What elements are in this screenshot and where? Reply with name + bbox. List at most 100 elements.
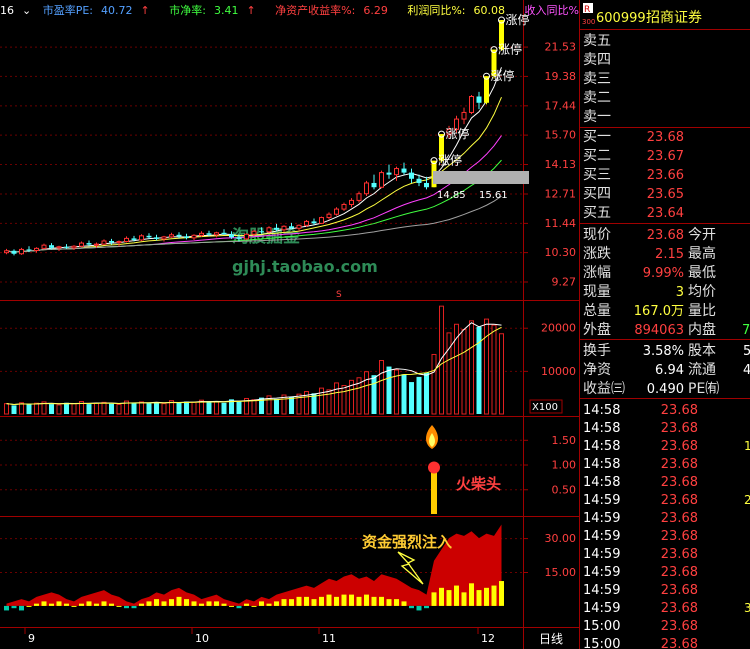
volume-bar (176, 402, 182, 414)
chart-area[interactable]: 21.53 19.38 17.44 15.70 14.13 12.71 11.44 10.30… (0, 0, 580, 649)
flow-bar (259, 601, 264, 606)
candle (476, 96, 482, 103)
ask-label: 卖五 (583, 33, 611, 49)
candle (311, 221, 317, 224)
candle (281, 225, 287, 231)
flow-bar (64, 603, 69, 606)
match-head-icon (428, 461, 440, 474)
volume-bar (101, 401, 107, 415)
volume-bar (274, 398, 279, 414)
candle (154, 237, 159, 239)
stock-tag-index: 300 (582, 18, 595, 26)
volume-bar (431, 353, 437, 415)
price-tick-label: 21.53 (545, 41, 577, 54)
flow-tick-label: 30.00 (545, 532, 577, 545)
flow-bar (349, 594, 354, 606)
candle (79, 242, 84, 247)
stat-value: 9.99% (643, 266, 684, 281)
volume-bar (49, 404, 54, 414)
tick-price: 23.68 (661, 529, 698, 544)
flow-bar (176, 596, 182, 606)
volume-bar (116, 404, 122, 415)
flow-bar (491, 585, 497, 606)
stat-label-right: 最高 (688, 245, 716, 262)
info-tail: 5 (743, 344, 750, 359)
stat-label: 涨幅 (583, 265, 611, 281)
tick-volume: 2 (744, 493, 750, 507)
info-label: 收益㈢ (583, 381, 625, 397)
volume-bar (476, 326, 482, 414)
limit-up-label: 涨停 (446, 126, 470, 141)
tick-time: 14:58 (583, 457, 620, 472)
flow-bar (116, 605, 122, 607)
flow-bar (11, 605, 17, 609)
flow-bar (101, 601, 107, 606)
candle (101, 240, 107, 245)
tick-time: 14:59 (583, 493, 620, 508)
volume-bar (221, 402, 227, 414)
candle (349, 199, 354, 205)
price-tick-label: 12.71 (545, 188, 577, 201)
tick-price: 23.68 (661, 475, 698, 490)
flow-bar (266, 603, 272, 606)
flow-bar (446, 590, 452, 606)
flow-bar (334, 596, 339, 606)
volume-bar (469, 320, 474, 415)
tick-time: 14:59 (583, 583, 620, 598)
flow-bar (251, 605, 257, 607)
volume-bar (71, 403, 77, 415)
flow-bar (221, 603, 227, 606)
volume-bar (379, 360, 384, 415)
stat-label: 现量 (583, 284, 611, 300)
stat-label: 现价 (583, 227, 611, 243)
candle (401, 168, 407, 173)
candle (409, 172, 414, 179)
candle (109, 240, 114, 243)
volume-unit: X100 (532, 402, 558, 413)
flow-bar (439, 587, 444, 606)
candle (326, 213, 332, 219)
candle (64, 246, 69, 248)
candle (124, 237, 129, 243)
price-tick-label: 17.44 (545, 99, 577, 112)
flow-bar (236, 605, 242, 609)
flow-bar (379, 596, 384, 606)
signal-bar (431, 469, 437, 514)
bid-price: 23.65 (647, 187, 684, 202)
candle (71, 245, 77, 249)
candle (11, 250, 17, 254)
volume-bar (446, 332, 452, 415)
price-tick-label: 19.38 (545, 70, 577, 83)
info-tail: 4 (743, 363, 750, 378)
volume-bar (289, 396, 294, 414)
candle (364, 182, 369, 195)
volume-bar (364, 371, 369, 415)
candle (484, 76, 489, 103)
flow-bar (94, 603, 99, 606)
stat-value: 23.68 (647, 228, 684, 243)
quote-panel: R 300 600999 招商证券 卖五卖四卖三卖二卖一 买一 23.68买二 23… (580, 0, 750, 649)
moving-average-lines (6, 67, 502, 253)
volume-bar (461, 328, 467, 415)
info-value: 6.94 (655, 363, 684, 378)
period-button[interactable]: 日线 (539, 632, 563, 646)
flow-bar (169, 599, 174, 606)
ask-levels: 卖五卖四卖三卖二卖一 (583, 33, 611, 125)
candle (461, 111, 467, 120)
volume-bar (409, 382, 414, 414)
ask-label: 卖四 (583, 52, 611, 68)
stat-value: 3 (676, 285, 684, 300)
volume-bar (424, 372, 429, 414)
flow-bar (274, 601, 279, 606)
tick-price: 23.68 (661, 637, 698, 649)
limit-up-label: 涨停 (506, 12, 530, 27)
flow-bar (109, 603, 114, 606)
flow-bar (499, 581, 504, 606)
flow-bar (146, 601, 152, 606)
candle (19, 248, 24, 255)
stock-tag-r-text: R (584, 5, 590, 15)
price-box-low: 14.85 (437, 190, 466, 201)
flow-bar (26, 605, 32, 607)
candle (304, 220, 309, 226)
candle (86, 243, 92, 245)
